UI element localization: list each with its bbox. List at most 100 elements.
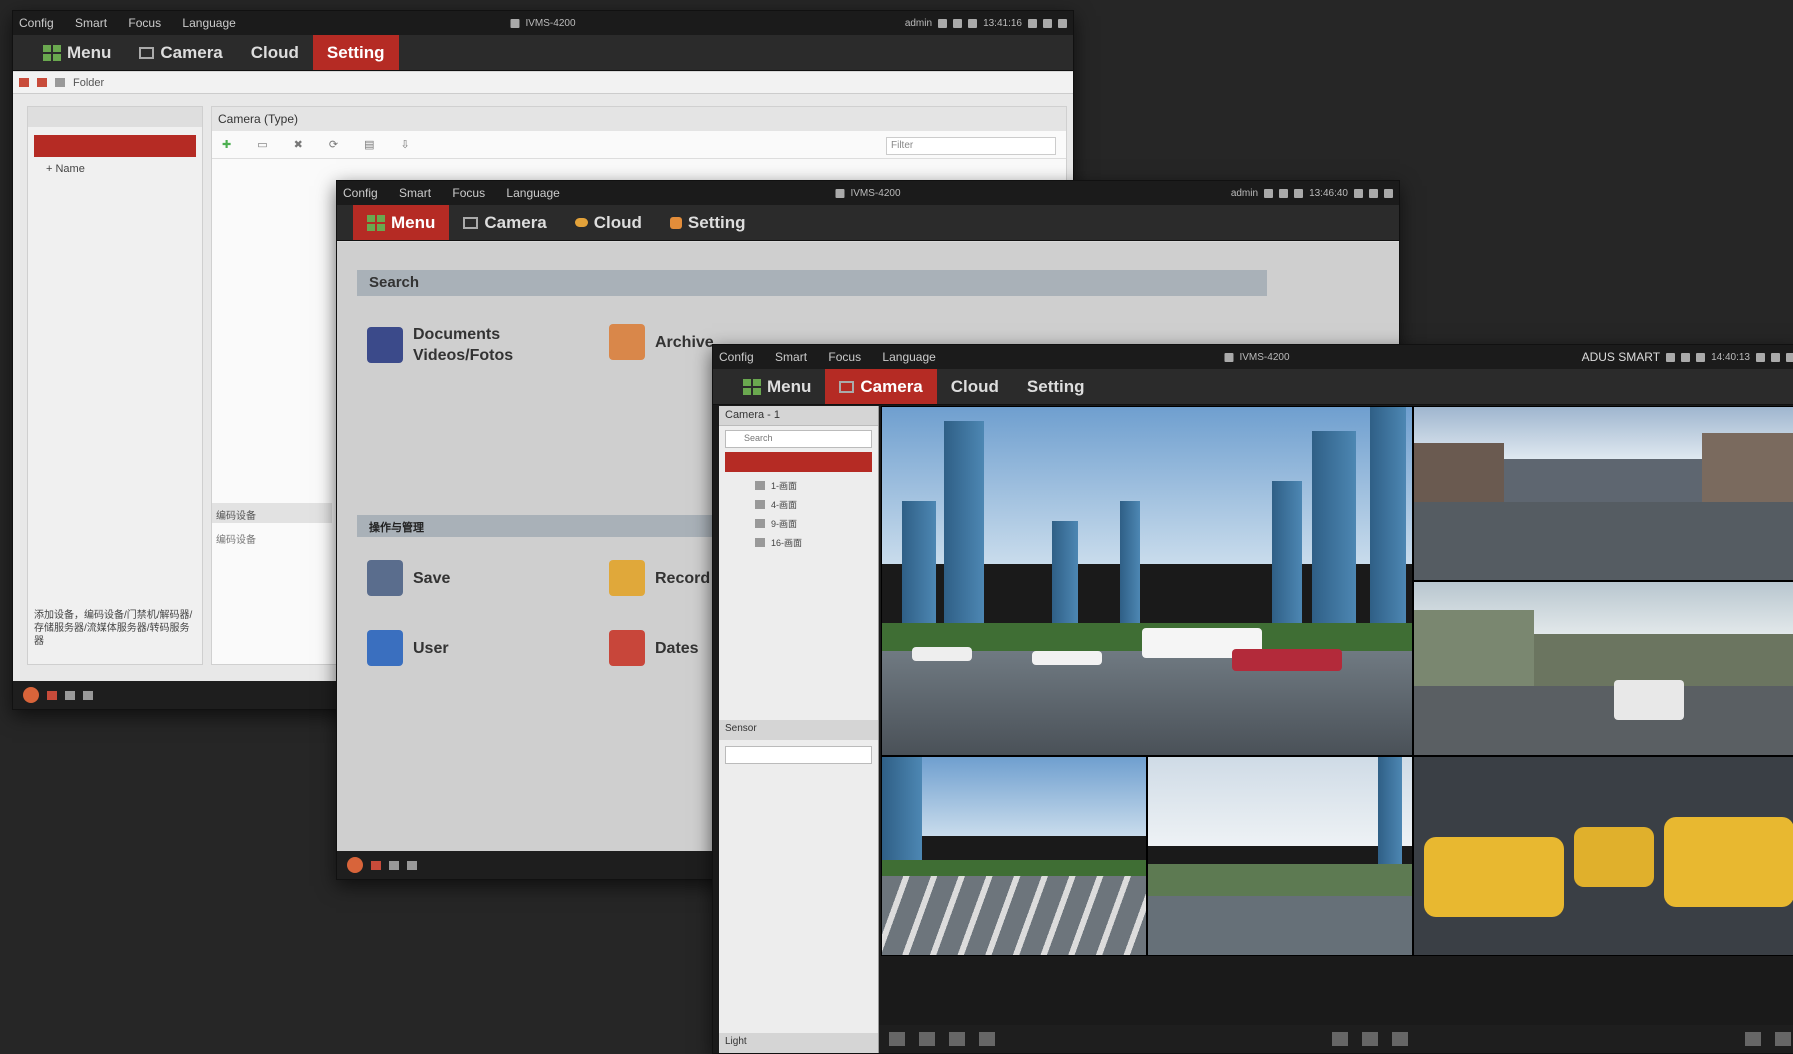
back-icon[interactable] <box>19 78 29 87</box>
snapshot-icon[interactable] <box>1362 1032 1378 1046</box>
tree-selected-item[interactable] <box>34 135 196 157</box>
layout-1x1-icon[interactable] <box>889 1032 905 1046</box>
monitor-icon[interactable] <box>953 18 963 28</box>
import-icon[interactable]: ▤ <box>364 138 374 151</box>
sensor-section-header[interactable]: Sensor <box>719 720 878 740</box>
tile-record[interactable]: Record <box>609 560 710 596</box>
menu-focus[interactable]: Focus <box>452 186 485 200</box>
prev-icon[interactable] <box>979 1032 995 1046</box>
minimize-icon[interactable] <box>1756 352 1765 362</box>
stop-icon[interactable] <box>949 1032 965 1046</box>
lock-icon <box>1224 352 1234 362</box>
light-section-header[interactable]: Light <box>719 1033 878 1053</box>
sub-section-row[interactable]: 编码设备 <box>216 531 256 546</box>
menu-language[interactable]: Language <box>182 16 235 30</box>
video-feed-main[interactable] <box>881 406 1413 756</box>
edit-icon[interactable]: ▭ <box>257 138 267 151</box>
layout-1[interactable]: 1-画面 <box>719 476 878 495</box>
record-icon[interactable] <box>371 860 381 870</box>
close-icon[interactable] <box>1058 18 1067 28</box>
nav-menu[interactable]: Menu <box>29 35 125 70</box>
globe-icon[interactable] <box>938 18 948 28</box>
menu-focus[interactable]: Focus <box>828 350 861 364</box>
nav-camera[interactable]: Camera <box>825 369 937 404</box>
nav-setting[interactable]: Setting <box>656 205 760 240</box>
video-feed-street[interactable] <box>1413 581 1793 756</box>
nav-cloud[interactable]: Cloud <box>937 369 1013 404</box>
fullscreen-icon[interactable] <box>1745 1032 1761 1046</box>
layout-icon <box>755 481 765 490</box>
sensor-input[interactable] <box>725 746 872 764</box>
menu-focus[interactable]: Focus <box>128 16 161 30</box>
globe-icon[interactable] <box>1264 188 1274 198</box>
minimize-icon[interactable] <box>1028 18 1037 28</box>
forward-icon[interactable] <box>37 78 47 87</box>
layout-2x2-icon[interactable] <box>919 1032 935 1046</box>
tile-archive[interactable]: Archive <box>609 324 714 360</box>
grid-icon[interactable] <box>1696 352 1706 362</box>
camera-list-header[interactable]: Camera - 1 <box>719 406 878 426</box>
layout-16[interactable]: 16-画面 <box>719 533 878 552</box>
camera-group-selected[interactable] <box>725 452 872 472</box>
monitor-icon[interactable] <box>1681 352 1691 362</box>
breadcrumb-folder[interactable]: Folder <box>73 77 104 89</box>
menu-config[interactable]: Config <box>343 186 378 200</box>
nav-setting[interactable]: Setting <box>1013 369 1099 404</box>
refresh-icon[interactable]: ⟳ <box>329 138 338 151</box>
video-feed-crosswalk[interactable] <box>881 756 1147 956</box>
grid-icon[interactable] <box>968 18 978 28</box>
nav-camera[interactable]: Camera <box>125 35 236 70</box>
refresh-icon[interactable] <box>1332 1032 1348 1046</box>
nav-menu[interactable]: Menu <box>353 205 450 240</box>
menu-config[interactable]: Config <box>19 16 54 30</box>
menu-config[interactable]: Config <box>719 350 754 364</box>
tile-dates[interactable]: Dates <box>609 630 699 666</box>
nav-setting[interactable]: Setting <box>312 35 399 70</box>
maximize-icon[interactable] <box>1369 188 1378 198</box>
maximize-icon[interactable] <box>1771 352 1780 362</box>
grid-icon[interactable] <box>1294 188 1304 198</box>
monitor-icon[interactable] <box>1279 188 1289 198</box>
globe-icon[interactable] <box>1666 352 1676 362</box>
layout-icon[interactable] <box>65 690 75 700</box>
alarm-icon[interactable] <box>347 857 363 873</box>
close-icon[interactable] <box>1786 352 1793 362</box>
tile-user[interactable]: User <box>367 630 449 666</box>
tree-item[interactable]: + Name <box>28 161 202 177</box>
menu-smart[interactable]: Smart <box>399 186 431 200</box>
search-input[interactable]: Search <box>725 430 872 448</box>
nav-camera-label: Camera <box>860 376 923 396</box>
filter-input[interactable]: Filter <box>886 137 1056 155</box>
menu-smart[interactable]: Smart <box>775 350 807 364</box>
layout-4[interactable]: 4-画面 <box>719 495 878 514</box>
tile-save[interactable]: Save <box>367 560 450 596</box>
video-feed-bridge[interactable] <box>1147 756 1413 956</box>
layout-9[interactable]: 9-画面 <box>719 514 878 533</box>
export-icon[interactable]: ⇩ <box>400 138 409 151</box>
nav-camera[interactable]: Camera <box>449 205 560 240</box>
menu-language[interactable]: Language <box>506 186 559 200</box>
menu-language[interactable]: Language <box>882 350 935 364</box>
alarm-icon[interactable] <box>23 687 39 703</box>
video-feed-traffic[interactable] <box>1413 406 1793 581</box>
nav-cloud[interactable]: Cloud <box>561 205 656 240</box>
close-icon[interactable] <box>1384 188 1393 198</box>
delete-icon[interactable]: ✖ <box>294 138 303 151</box>
record-icon[interactable] <box>47 690 57 700</box>
feed-building <box>1378 757 1402 876</box>
arrow-icon[interactable] <box>83 690 93 700</box>
record-icon[interactable] <box>1392 1032 1408 1046</box>
nav-cloud-label: Cloud <box>950 376 999 396</box>
add-icon[interactable]: ✚ <box>222 138 231 151</box>
menu-smart[interactable]: Smart <box>75 16 107 30</box>
nav-menu-label: Menu <box>391 212 436 232</box>
nav-cloud[interactable]: Cloud <box>237 35 313 70</box>
video-feed-taxis[interactable] <box>1413 756 1793 956</box>
tile-documents[interactable]: Documents Videos/Fotos <box>367 324 513 366</box>
minimize-icon[interactable] <box>1354 188 1363 198</box>
maximize-icon[interactable] <box>1043 18 1052 28</box>
nav-menu[interactable]: Menu <box>729 369 825 404</box>
arrow-icon[interactable] <box>407 860 417 870</box>
close-icon[interactable] <box>1775 1032 1791 1046</box>
layout-icon[interactable] <box>389 860 399 870</box>
